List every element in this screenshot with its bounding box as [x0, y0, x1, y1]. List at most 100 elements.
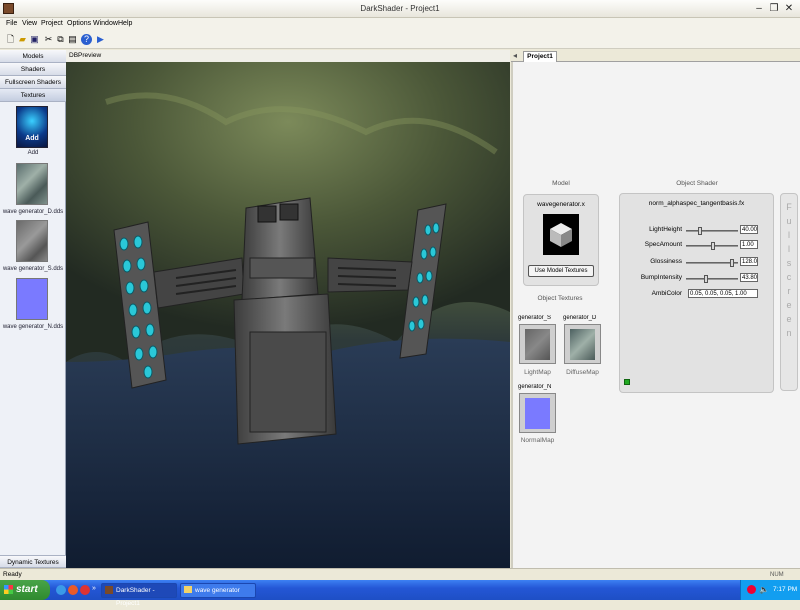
cube-icon — [550, 223, 572, 247]
model-preview[interactable] — [543, 214, 579, 255]
taskbar-item-wave-generator[interactable]: wave generator — [180, 583, 256, 598]
copy-icon[interactable]: ⧉ — [55, 34, 66, 45]
maximize-button[interactable]: ❐ — [767, 2, 781, 15]
texture-name-diffuse[interactable]: wave generator_D.dds — [0, 209, 66, 215]
taskbar-item-darkshader-label: DarkShader - Project1 — [116, 587, 155, 607]
menu-project[interactable]: Project — [41, 20, 63, 27]
texture-name-specular[interactable]: wave generator_S.dds — [0, 266, 66, 272]
category-fullscreen-shaders[interactable]: Fullscreen Shaders — [0, 76, 66, 89]
volume-icon[interactable]: 🔈 — [759, 585, 769, 594]
specamount-value-input[interactable]: 1.00 — [740, 240, 758, 249]
ambicolor-value-input[interactable]: 0.05, 0.05, 0.05, 1.00 — [688, 289, 758, 298]
menu-window[interactable]: Window — [93, 20, 118, 27]
menu-file[interactable]: File — [6, 20, 17, 27]
param-label-bumpintensity: BumpIntensity — [640, 274, 682, 281]
taskbar-item-wave-generator-label: wave generator — [195, 587, 240, 594]
slot-caption-lightmap: LightMap — [524, 369, 551, 376]
new-file-icon[interactable]: 🗋 — [5, 34, 16, 45]
lightheight-slider[interactable] — [686, 227, 738, 235]
minimize-button[interactable]: – — [752, 2, 766, 15]
fullscreen-toggle-button[interactable]: Fullscreen — [780, 193, 798, 391]
tab-project1[interactable]: Project1 — [523, 51, 557, 62]
fullscreen-letter: c — [786, 272, 792, 282]
status-text: Ready — [3, 571, 22, 578]
tab-arrow-icon[interactable]: ◂ — [513, 51, 517, 60]
start-button[interactable]: start — [0, 580, 50, 600]
glossiness-slider-knob[interactable] — [730, 259, 734, 267]
param-label-lightheight: LightHeight — [649, 226, 682, 233]
cut-icon[interactable]: ✂ — [43, 34, 54, 45]
fullscreen-letter: n — [786, 328, 792, 338]
system-tray: 🔈 7:17 PM — [740, 580, 800, 600]
menu-view[interactable]: View — [22, 20, 37, 27]
quicklaunch-expand-icon[interactable]: » — [92, 585, 98, 595]
folder-task-icon — [184, 586, 192, 593]
texture-name-normal[interactable]: wave generator_N.dds — [0, 324, 66, 330]
slot-name-normalmap: generator_N — [518, 384, 552, 390]
glossiness-value-input[interactable]: 128.0 — [740, 257, 758, 266]
darkshader-task-icon — [105, 586, 113, 594]
title-bar: DarkShader - Project1 – ❐ ✕ — [0, 0, 800, 18]
ie-quicklaunch-icon[interactable] — [56, 585, 66, 595]
glossiness-slider[interactable] — [686, 259, 738, 267]
lightheight-value-input[interactable]: 40.00 — [740, 225, 758, 234]
fullscreen-letter: F — [786, 202, 792, 212]
viewport-header: DBPreview — [66, 50, 510, 62]
fullscreen-letter: l — [788, 244, 790, 254]
add-texture-button[interactable]: Add — [16, 106, 48, 148]
help-icon[interactable]: ? — [81, 34, 92, 45]
lightheight-slider-knob[interactable] — [698, 227, 702, 235]
taskbar-item-darkshader[interactable]: DarkShader - Project1 — [101, 583, 177, 607]
toolbar: 🗋 ▰ ▣ ✂ ⧉ ▤ ? ▶ — [0, 31, 800, 49]
shader-card: norm_alphaspec_tangentbasis.fx LightHeig… — [619, 193, 774, 393]
model-section-title: Model — [552, 180, 570, 187]
param-label-ambicolor: AmbiColor — [651, 290, 682, 297]
param-label-specamount: SpecAmount — [644, 241, 682, 248]
category-textures[interactable]: Textures — [0, 89, 66, 102]
save-icon[interactable]: ▣ — [29, 34, 40, 45]
paste-icon[interactable]: ▤ — [67, 34, 78, 45]
texture-thumb-diffuse[interactable] — [16, 163, 48, 205]
start-label: start — [16, 584, 38, 595]
windows-logo-icon — [4, 585, 13, 594]
slot-caption-normalmap: NormalMap — [520, 437, 555, 444]
diffusemap-thumb — [570, 329, 595, 360]
close-button[interactable]: ✕ — [782, 2, 796, 15]
use-model-textures-button[interactable]: Use Model Textures — [528, 265, 594, 277]
fullscreen-letter: e — [786, 314, 792, 324]
normalmap-slot[interactable] — [519, 393, 556, 433]
run-icon[interactable]: ▶ — [95, 34, 106, 45]
model-card: wavegenerator.x Use Model Textures — [523, 194, 599, 286]
window-title: DarkShader - Project1 — [360, 4, 440, 13]
texture-thumb-normal[interactable] — [16, 278, 48, 320]
texture-thumb-specular[interactable] — [16, 220, 48, 262]
fullscreen-label: Fullscreen — [781, 200, 797, 340]
specamount-slider[interactable] — [686, 242, 738, 250]
category-dynamic-textures[interactable]: Dynamic Textures — [0, 555, 66, 568]
specamount-slider-knob[interactable] — [711, 242, 715, 250]
slot-name-lightmap: generator_S — [518, 315, 552, 321]
lightmap-slot[interactable] — [519, 324, 556, 364]
firefox-quicklaunch-icon[interactable] — [68, 585, 78, 595]
3d-preview-viewport[interactable] — [66, 62, 510, 568]
fullscreen-letter: u — [786, 216, 792, 226]
model-filename: wavegenerator.x — [537, 201, 585, 208]
bumpintensity-value-input[interactable]: 43.80 — [740, 273, 758, 282]
status-bar: Ready NUM — [0, 568, 800, 580]
menu-options[interactable]: Options — [67, 20, 91, 27]
open-folder-icon[interactable]: ▰ — [17, 34, 28, 45]
shader-filename: norm_alphaspec_tangentbasis.fx — [648, 200, 745, 207]
slot-caption-diffusemap: DiffuseMap — [566, 369, 599, 376]
menu-help[interactable]: Help — [118, 20, 132, 27]
bumpintensity-slider[interactable] — [686, 275, 738, 283]
category-models[interactable]: Models — [0, 50, 66, 63]
category-shaders[interactable]: Shaders — [0, 63, 66, 76]
tray-app-icon[interactable] — [747, 585, 756, 594]
add-button-caption: Add — [25, 135, 39, 142]
shader-status-indicator — [624, 379, 630, 385]
opera-quicklaunch-icon[interactable] — [80, 585, 90, 595]
bumpintensity-slider-knob[interactable] — [704, 275, 708, 283]
param-label-glossiness: Glossiness — [650, 258, 682, 265]
diffusemap-slot[interactable] — [564, 324, 601, 364]
fullscreen-letter: s — [786, 258, 792, 268]
